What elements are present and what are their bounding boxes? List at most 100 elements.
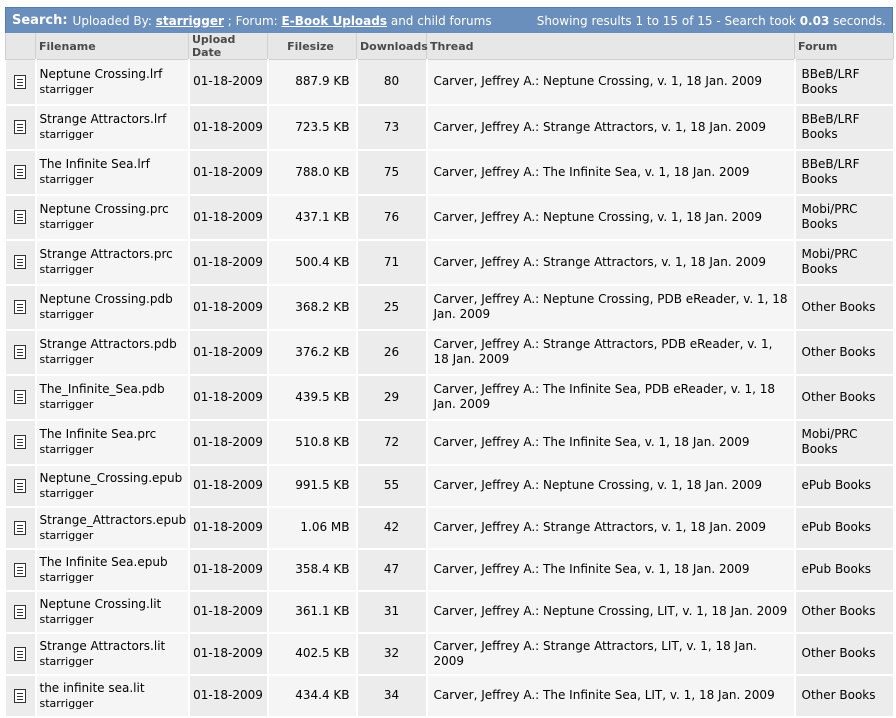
document-icon[interactable]: [14, 255, 26, 269]
forum-cell[interactable]: Mobi/PRC Books: [794, 239, 895, 286]
filename-link[interactable]: Neptune Crossing.pdb: [40, 292, 185, 307]
document-icon[interactable]: [14, 300, 26, 314]
thread-link[interactable]: Carver, Jeffrey A.: The Infinite Sea, v.…: [426, 149, 796, 196]
forum-column-header[interactable]: Forum: [794, 33, 894, 60]
upload-date-column-header[interactable]: Upload Date: [188, 33, 268, 60]
uploader-name[interactable]: starrigger: [40, 654, 185, 669]
filename-link[interactable]: The Infinite Sea.lrf: [40, 157, 185, 172]
forum-cell[interactable]: ePub Books: [794, 548, 895, 592]
forum-link[interactable]: E-Book Uploads: [282, 14, 388, 28]
thread-link[interactable]: Carver, Jeffrey A.: Neptune Crossing, v.…: [426, 59, 796, 106]
table-row: The Infinite Sea.epub starrigger 01-18-200…: [5, 548, 895, 592]
filesize-cell: 510.8 KB: [267, 419, 358, 466]
forum-cell[interactable]: Mobi/PRC Books: [794, 419, 895, 466]
filename-link[interactable]: The Infinite Sea.epub: [40, 555, 185, 570]
uploader-name[interactable]: starrigger: [40, 397, 185, 412]
filename-cell: Strange Attractors.prc starrigger: [35, 239, 190, 286]
uploader-name[interactable]: starrigger: [40, 528, 185, 543]
uploader-name[interactable]: starrigger: [40, 82, 185, 97]
document-icon[interactable]: [14, 520, 26, 535]
document-icon[interactable]: [14, 562, 26, 577]
uploader-name[interactable]: starrigger: [40, 172, 185, 187]
document-icon[interactable]: [14, 390, 26, 404]
forum-cell[interactable]: Other Books: [794, 374, 895, 421]
downloads-cell: 55: [356, 464, 428, 508]
upload-date-cell: 01-18-2009: [188, 590, 269, 634]
filename-column-header[interactable]: Filename: [35, 33, 189, 60]
filename-link[interactable]: Strange Attractors.prc: [40, 247, 185, 262]
filename-link[interactable]: The_Infinite_Sea.pdb: [40, 382, 185, 397]
thread-link[interactable]: Carver, Jeffrey A.: Strange Attractors, …: [426, 632, 796, 676]
upload-date-cell: 01-18-2009: [188, 632, 269, 676]
filename-link[interactable]: Neptune Crossing.prc: [40, 202, 185, 217]
filename-link[interactable]: Strange Attractors.lrf: [40, 112, 185, 127]
filename-link[interactable]: Neptune_Crossing.epub: [40, 471, 185, 486]
forum-cell[interactable]: ePub Books: [794, 506, 895, 550]
forum-cell[interactable]: ePub Books: [794, 464, 895, 508]
thread-link[interactable]: Carver, Jeffrey A.: The Infinite Sea, v.…: [426, 419, 796, 466]
table-row: Neptune Crossing.lit starrigger 01-18-2009…: [5, 590, 895, 634]
file-cell-icon: [5, 548, 37, 592]
uploader-name[interactable]: starrigger: [40, 442, 185, 457]
thread-link[interactable]: Carver, Jeffrey A.: The Infinite Sea, v.…: [426, 548, 796, 592]
uploader-name[interactable]: starrigger: [40, 570, 185, 585]
forum-cell[interactable]: Other Books: [794, 632, 895, 676]
file-cell-icon: [5, 104, 37, 151]
uploader-name[interactable]: starrigger: [40, 486, 185, 501]
forum-cell[interactable]: Mobi/PRC Books: [794, 194, 895, 241]
uploader-link[interactable]: starrigger: [156, 14, 224, 28]
filename-link[interactable]: Neptune Crossing.lit: [40, 597, 185, 612]
filesize-column-header[interactable]: Filesize: [267, 33, 357, 60]
document-icon[interactable]: [14, 120, 26, 134]
thread-link[interactable]: Carver, Jeffrey A.: Neptune Crossing, v.…: [426, 194, 796, 241]
file-cell-icon: [5, 194, 37, 241]
filename-cell: Neptune_Crossing.epub starrigger: [35, 464, 190, 508]
downloads-cell: 80: [356, 59, 428, 106]
thread-link[interactable]: Carver, Jeffrey A.: Strange Attractors, …: [426, 104, 796, 151]
thread-link[interactable]: Carver, Jeffrey A.: The Infinite Sea, PD…: [426, 374, 796, 421]
thread-link[interactable]: Carver, Jeffrey A.: Neptune Crossing, v.…: [426, 464, 796, 508]
uploader-name[interactable]: starrigger: [40, 696, 185, 711]
upload-date-cell: 01-18-2009: [188, 548, 269, 592]
document-icon[interactable]: [14, 345, 26, 359]
filename-link[interactable]: Strange_Attractors.epub: [40, 513, 187, 528]
forum-cell[interactable]: BBeB/LRF Books: [794, 59, 895, 106]
forum-cell[interactable]: Other Books: [794, 590, 895, 634]
upload-date-cell: 01-18-2009: [188, 464, 269, 508]
forum-cell[interactable]: BBeB/LRF Books: [794, 104, 895, 151]
filename-link[interactable]: the infinite sea.lit: [40, 681, 185, 696]
filename-link[interactable]: Strange Attractors.pdb: [40, 337, 185, 352]
thread-link[interactable]: Carver, Jeffrey A.: Strange Attractors, …: [426, 329, 796, 376]
uploader-name[interactable]: starrigger: [40, 262, 185, 277]
thread-link[interactable]: Carver, Jeffrey A.: Strange Attractors, …: [426, 239, 796, 286]
thread-link[interactable]: Carver, Jeffrey A.: Neptune Crossing, LI…: [426, 590, 796, 634]
document-icon[interactable]: [14, 165, 26, 179]
uploader-name[interactable]: starrigger: [40, 307, 185, 322]
uploader-name[interactable]: starrigger: [40, 352, 185, 367]
thread-link[interactable]: Carver, Jeffrey A.: Neptune Crossing, PD…: [426, 284, 796, 331]
filename-link[interactable]: Neptune Crossing.lrf: [40, 67, 185, 82]
document-icon[interactable]: [14, 74, 26, 89]
document-icon[interactable]: [14, 646, 26, 661]
filename-link[interactable]: Strange Attractors.lit: [40, 639, 185, 654]
downloads-cell: 71: [356, 239, 428, 286]
forum-cell[interactable]: BBeB/LRF Books: [794, 149, 895, 196]
forum-cell[interactable]: Other Books: [794, 329, 895, 376]
uploader-name[interactable]: starrigger: [40, 127, 185, 142]
filename-cell: Neptune Crossing.pdb starrigger: [35, 284, 190, 331]
thread-column-header[interactable]: Thread: [426, 33, 795, 60]
document-icon[interactable]: [14, 478, 26, 493]
filename-link[interactable]: The Infinite Sea.prc: [40, 427, 185, 442]
document-icon[interactable]: [14, 688, 26, 703]
file-cell-icon: [5, 374, 37, 421]
document-icon[interactable]: [14, 604, 26, 619]
forum-cell[interactable]: Other Books: [794, 284, 895, 331]
uploader-name[interactable]: starrigger: [40, 217, 185, 232]
forum-cell[interactable]: Other Books: [794, 674, 895, 718]
uploader-name[interactable]: starrigger: [40, 612, 185, 627]
thread-link[interactable]: Carver, Jeffrey A.: The Infinite Sea, LI…: [426, 674, 796, 718]
document-icon[interactable]: [14, 435, 26, 449]
thread-link[interactable]: Carver, Jeffrey A.: Strange Attractors, …: [426, 506, 796, 550]
downloads-column-header[interactable]: Downloads: [356, 33, 428, 60]
document-icon[interactable]: [14, 210, 26, 224]
